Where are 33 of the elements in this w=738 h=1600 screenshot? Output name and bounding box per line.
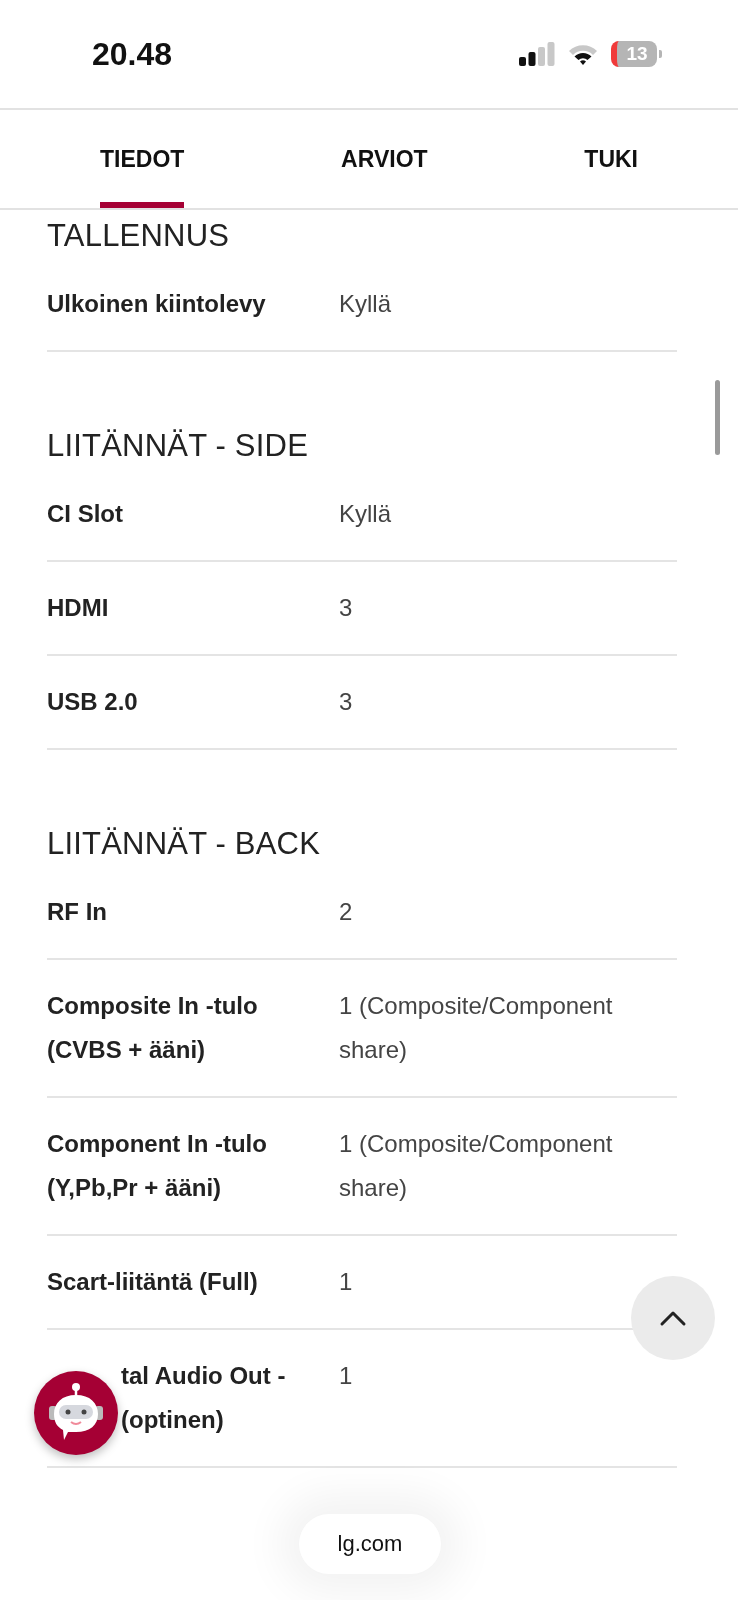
spec-label: RF In xyxy=(47,897,108,927)
section-heading: TALLENNUS xyxy=(47,217,231,255)
spec-label: Scart-liitäntä (Full) xyxy=(47,1267,259,1297)
spec-value: 1 xyxy=(339,1267,354,1297)
section-heading: LIITÄNNÄT - SIDE xyxy=(47,427,309,465)
battery-level: 13 xyxy=(626,43,648,65)
spec-value: Kyllä xyxy=(339,289,393,319)
tab[interactable]: TIEDOT xyxy=(100,110,185,208)
spec-value: Kyllä xyxy=(339,499,393,529)
spec-value: 1 xyxy=(339,1361,354,1391)
spec-value: 1 (Composite/Component share) xyxy=(339,1129,614,1203)
spec-label: CI Slot xyxy=(47,499,124,529)
spec-value: 2 xyxy=(339,897,354,927)
spec-label: Composite In -tulo (CVBS + ääni) xyxy=(47,991,259,1065)
spec-label: tal Audio Out - (optinen) xyxy=(121,1361,287,1435)
section-heading: LIITÄNNÄT - BACK xyxy=(47,825,322,863)
spec-value: 1 (Composite/Component share) xyxy=(339,991,614,1065)
spec-label: Component In -tulo (Y,Pb,Pr + ääni) xyxy=(47,1129,268,1203)
chatbot-button[interactable] xyxy=(34,1371,118,1455)
spec-label: USB 2.0 xyxy=(47,687,139,717)
wifi-icon xyxy=(567,42,599,66)
url-text: lg.com xyxy=(337,1531,403,1557)
status-time: 20.48 xyxy=(92,35,173,73)
chevron-up-icon xyxy=(659,1309,687,1327)
spec-label: Ulkoinen kiintolevy xyxy=(47,289,267,319)
spec-value: 3 xyxy=(339,687,354,717)
address-bar[interactable]: lg.com xyxy=(299,1514,441,1574)
scrollbar[interactable] xyxy=(715,380,720,455)
signal-icon xyxy=(519,42,555,66)
tab[interactable]: ARVIOT xyxy=(244,110,525,208)
spec-value: 3 xyxy=(339,593,354,623)
tab[interactable]: TUKI xyxy=(584,110,638,208)
spec-label: HDMI xyxy=(47,593,110,623)
